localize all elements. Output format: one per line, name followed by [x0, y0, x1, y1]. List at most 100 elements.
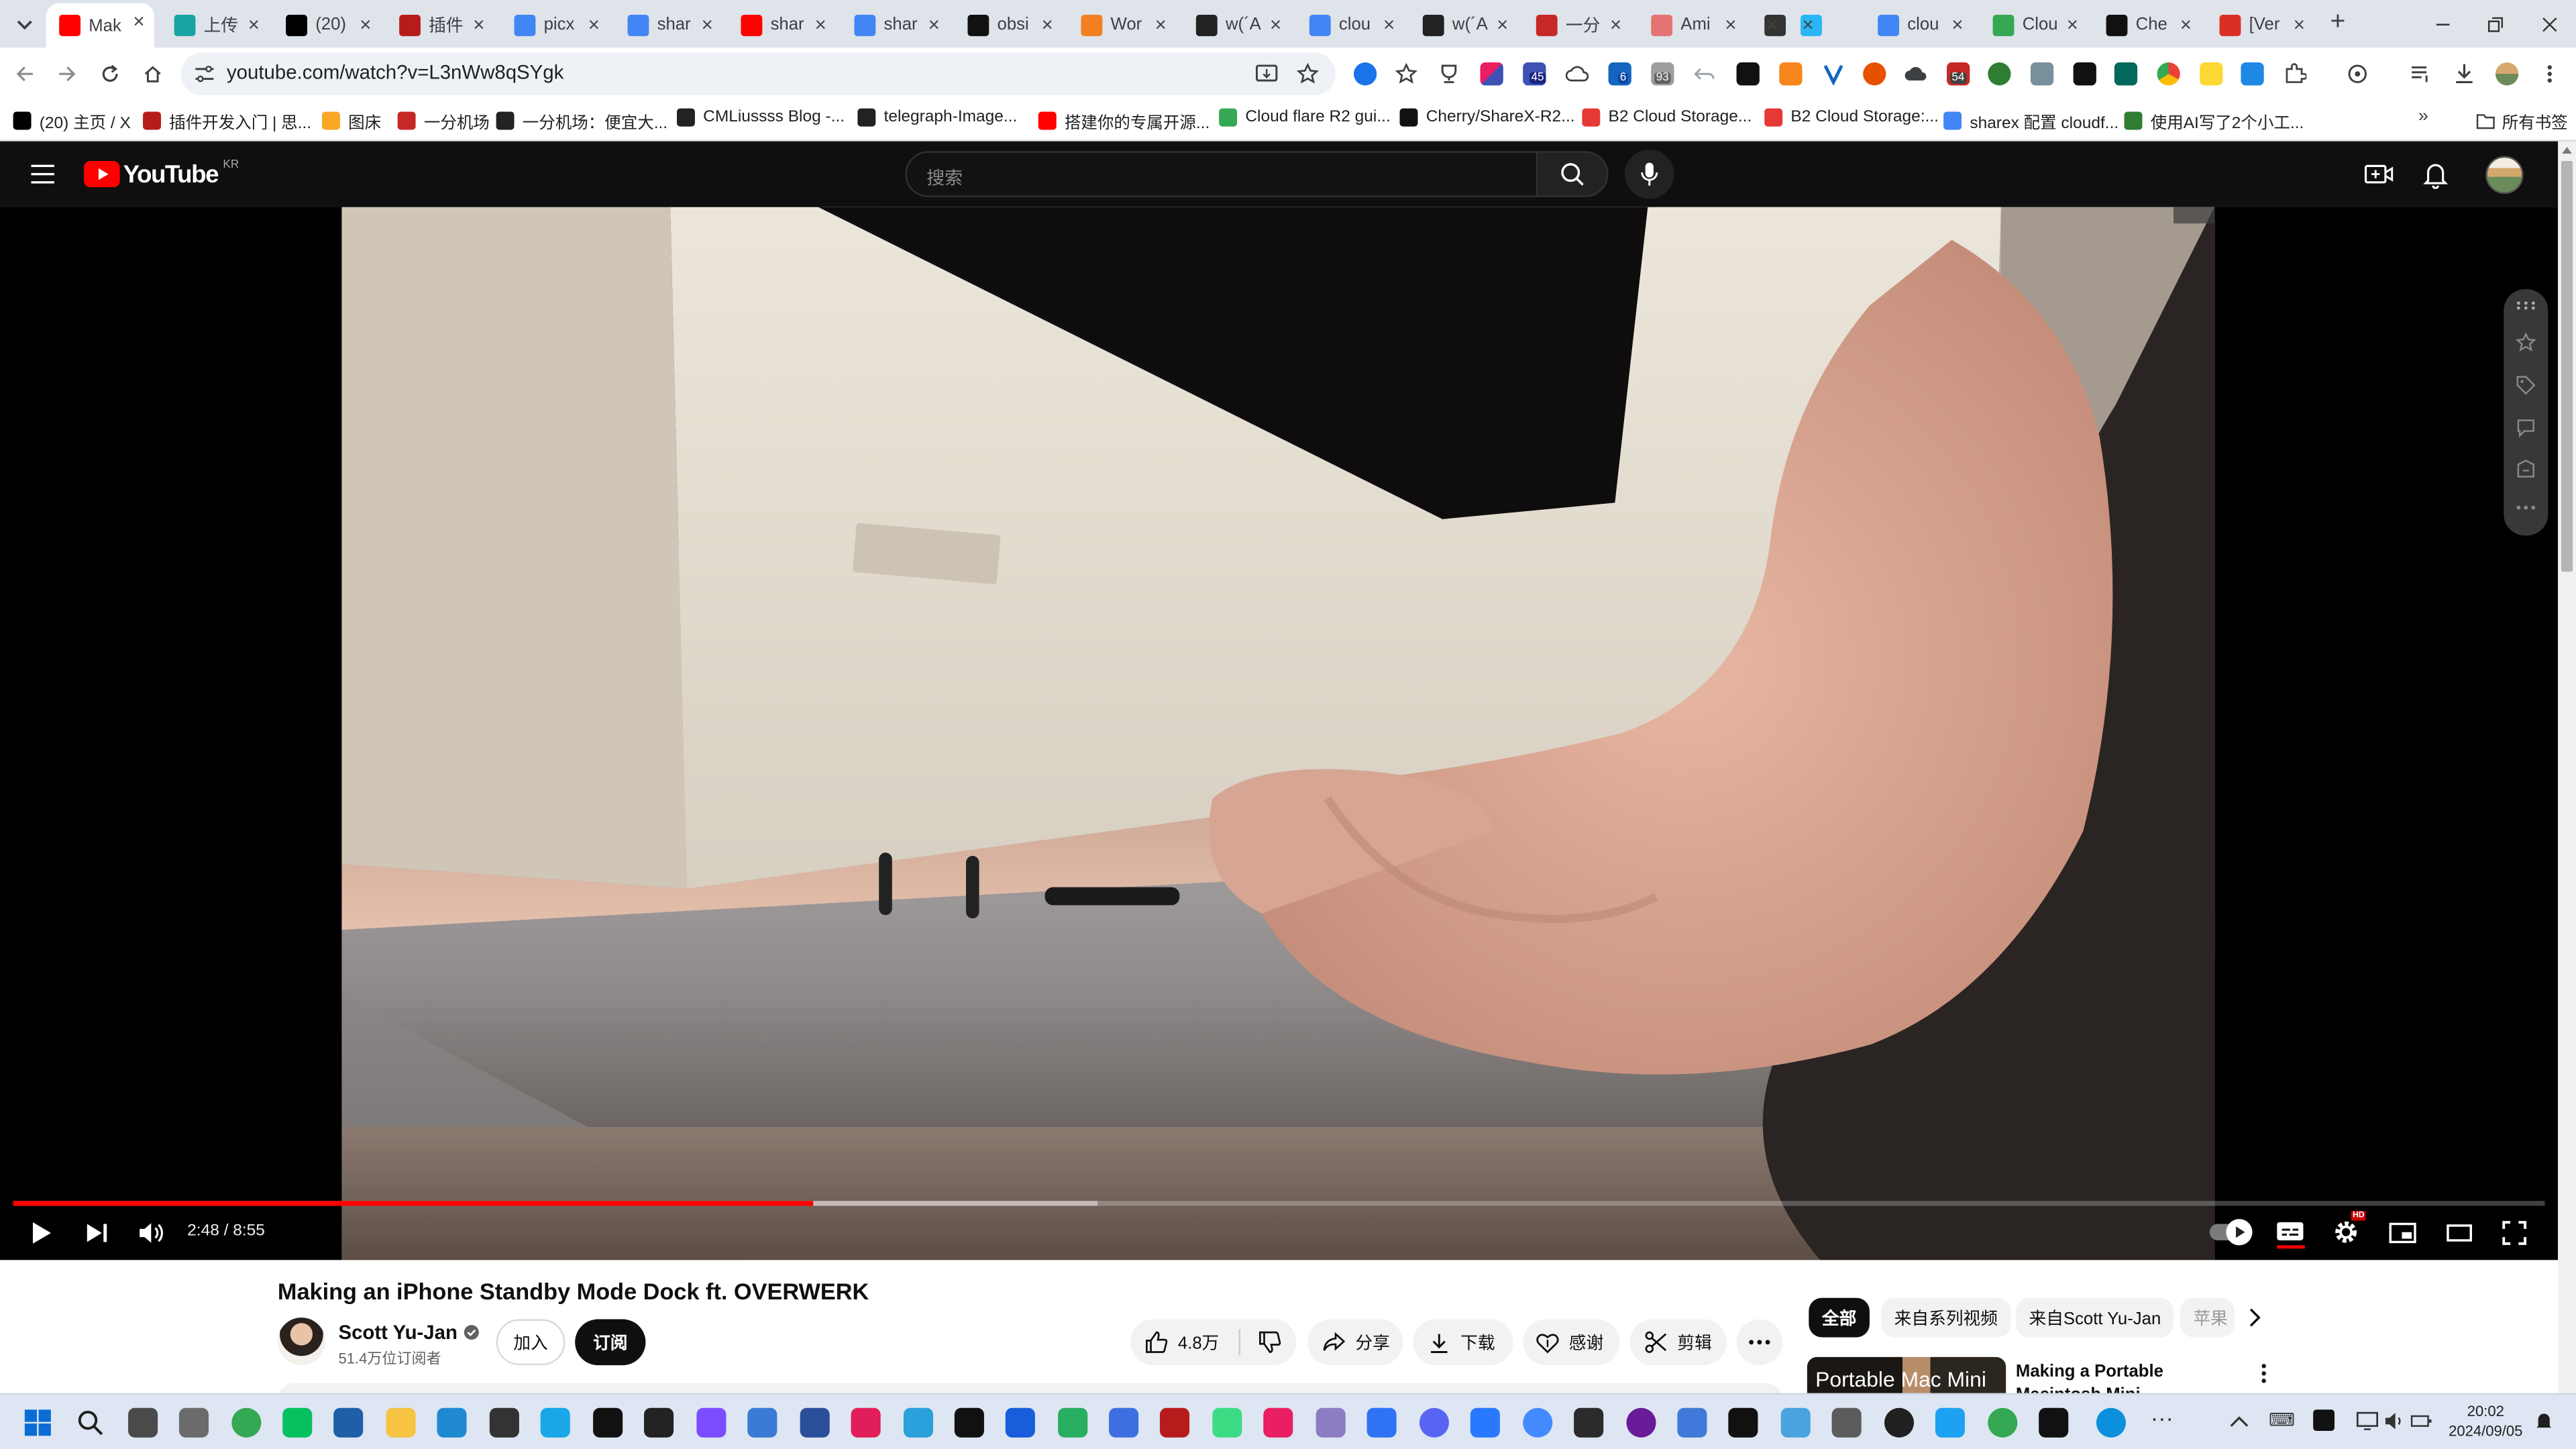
bookmark-item[interactable]: sharex 配置 cloudf... [1943, 109, 2118, 133]
extension-grid-icon[interactable] [2030, 62, 2054, 86]
telegram-icon[interactable] [903, 1407, 934, 1438]
tab-close-icon[interactable]: × [2180, 11, 2192, 38]
battery-icon[interactable] [2410, 1411, 2433, 1431]
tab-close-icon[interactable]: × [1610, 11, 1621, 38]
browser-tab[interactable]: shar × [728, 7, 837, 43]
discord-icon[interactable] [1419, 1407, 1450, 1438]
archive-icon[interactable] [2515, 458, 2536, 480]
browser-tab[interactable]: obsi × [955, 7, 1063, 43]
more-bookmarks-button[interactable]: » [2418, 107, 2428, 126]
android-icon[interactable] [1212, 1407, 1242, 1438]
create-video-icon[interactable] [2364, 161, 2394, 187]
voice-search-button[interactable] [1625, 149, 1674, 199]
browser-tab[interactable]: × [1752, 7, 1788, 43]
miniplayer-icon[interactable] [2389, 1222, 2417, 1244]
subscribe-button[interactable]: 订阅 [575, 1319, 646, 1366]
media-queue-icon[interactable] [2410, 62, 2433, 85]
bookmark-item[interactable]: telegraph-Image... [857, 108, 1017, 127]
bookmark-item[interactable]: (20) 主页 / X [13, 109, 131, 133]
filter-chip[interactable]: 苹果 [2180, 1297, 2235, 1338]
tab-close-icon[interactable]: × [1383, 11, 1395, 38]
scrollbar-thumb[interactable] [2561, 161, 2573, 572]
v-icon[interactable] [1822, 62, 1845, 86]
bookmark-star-icon[interactable] [1296, 62, 1320, 85]
taskbar-more-icon[interactable]: ··· [2151, 1405, 2174, 1431]
tray-app-icon[interactable] [2313, 1409, 2335, 1432]
extension-colorful-icon[interactable] [1480, 62, 1503, 86]
terminal-icon[interactable] [1574, 1407, 1604, 1438]
edge-icon[interactable] [2096, 1407, 2126, 1438]
taskbar-clock[interactable]: 20:02 2024/09/05 [2445, 1401, 2526, 1441]
speaker-icon[interactable] [2383, 1411, 2403, 1431]
install-app-icon[interactable] [1255, 62, 1278, 85]
tab-close-icon[interactable]: × [2067, 11, 2078, 38]
notepad-icon[interactable] [1780, 1407, 1811, 1438]
obs-icon[interactable] [489, 1407, 519, 1438]
drag-handle-icon[interactable] [2515, 301, 2536, 311]
back-button[interactable] [11, 61, 38, 87]
extension-k-icon[interactable] [2073, 62, 2096, 86]
tab-close-icon[interactable]: × [1725, 11, 1736, 38]
notion-icon[interactable] [593, 1407, 623, 1438]
tab-close-icon[interactable]: × [702, 11, 713, 38]
tab-close-icon[interactable]: × [1497, 11, 1508, 38]
settings-icon[interactable] [178, 1407, 209, 1438]
app-blue-bird-icon[interactable] [1935, 1407, 1965, 1438]
app-blue-circle-icon[interactable] [1523, 1407, 1553, 1438]
home-button[interactable] [140, 61, 166, 87]
app-ring-icon[interactable] [747, 1407, 777, 1438]
browser-tab[interactable]: picx × [501, 7, 610, 43]
profile-avatar-small[interactable] [2496, 62, 2519, 86]
tab-close-icon[interactable]: × [1155, 11, 1167, 38]
metamask-icon[interactable] [1779, 62, 1803, 86]
extension-k-blue-icon[interactable] [2241, 62, 2264, 86]
tab-close-icon[interactable]: × [1042, 11, 1053, 38]
filter-chip[interactable]: 来自系列视频 [1881, 1297, 2011, 1338]
tab-close-icon[interactable]: × [815, 11, 826, 38]
bookmark-item[interactable]: B2 Cloud Storage... [1582, 108, 1752, 127]
notifications-bell-icon[interactable] [2423, 161, 2448, 189]
minimize-button[interactable] [2428, 10, 2458, 40]
settings-button[interactable]: HD [2333, 1210, 2367, 1248]
puzzle-extensions-icon[interactable] [2284, 62, 2307, 85]
browser-tab[interactable]: Wor × [1068, 7, 1177, 43]
more-horiz-icon[interactable] [2515, 504, 2536, 511]
browser-tab[interactable]: [Ver × [2206, 7, 2315, 43]
file-explorer-icon[interactable] [386, 1407, 416, 1438]
search-button[interactable] [1536, 151, 1609, 197]
browser-tab[interactable]: 插件 × [386, 7, 495, 43]
video-frame[interactable] [341, 207, 2215, 1260]
address-bar[interactable]: youtube.com/watch?v=L3nWw8qSYgk [180, 52, 1336, 96]
channel-name[interactable]: Scott Yu-Jan [338, 1321, 480, 1344]
slack-icon[interactable] [851, 1407, 881, 1438]
star-outline-icon[interactable] [1395, 62, 1417, 85]
taskbar-search-icon[interactable] [77, 1409, 103, 1436]
bitwarden-icon[interactable] [1005, 1407, 1035, 1438]
filter-chip[interactable]: 全部 [1809, 1297, 1870, 1338]
app-dark-icon[interactable] [644, 1407, 674, 1438]
app-purple-folder-icon[interactable] [1316, 1407, 1346, 1438]
browser-tab[interactable]: Mak × [46, 3, 155, 48]
app-purple-circle-icon[interactable] [1626, 1407, 1656, 1438]
app-black-icon[interactable] [2039, 1407, 2069, 1438]
filter-chip[interactable]: 来自Scott Yu-Jan [2015, 1297, 2174, 1338]
obsidian-icon[interactable] [696, 1407, 727, 1438]
extension-badge-45-icon[interactable]: 45 [1523, 62, 1546, 86]
browser-tab[interactable]: clou × [1296, 7, 1405, 43]
tab-close-icon[interactable]: × [473, 11, 484, 38]
extension-badge-6-icon[interactable]: 6 [1608, 62, 1631, 86]
browser-tab[interactable]: w(´A × [1183, 7, 1291, 43]
star-icon[interactable] [2515, 332, 2536, 354]
app-green-swirl-icon[interactable] [1058, 1407, 1088, 1438]
task-view-icon[interactable] [128, 1407, 158, 1438]
browser-tab[interactable]: Ami × [1638, 7, 1747, 43]
bookmark-item[interactable]: 搭建你的专属开源... [1038, 109, 1210, 133]
browser-tab[interactable]: clou × [1865, 7, 1974, 43]
zed-icon[interactable] [1728, 1407, 1758, 1438]
tab-search-button[interactable] [10, 10, 40, 40]
youtube-logo[interactable]: YouTube KR [83, 160, 239, 189]
dislike-button[interactable] [1242, 1320, 1296, 1366]
reload-button[interactable] [97, 61, 123, 87]
more-vert-icon[interactable] [2259, 1362, 2269, 1385]
browser-tab[interactable]: × [1787, 7, 1823, 43]
